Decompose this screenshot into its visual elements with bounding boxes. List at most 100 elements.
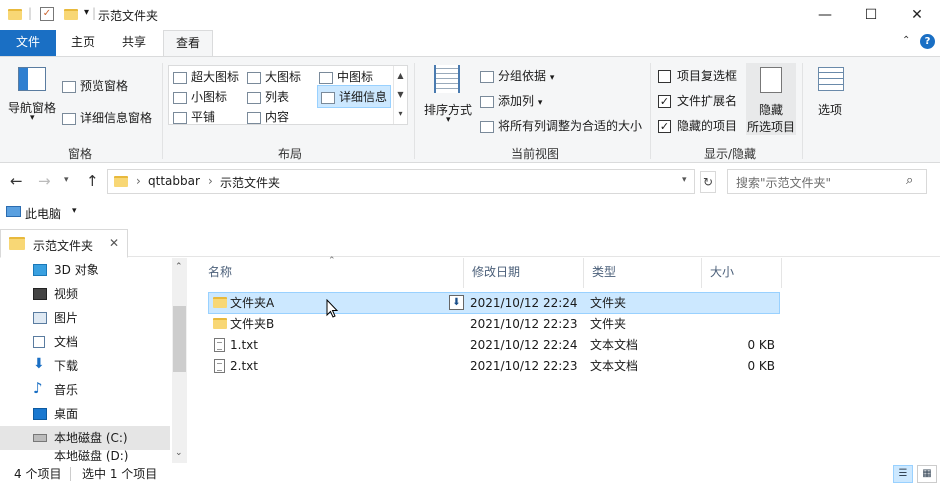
layout-gallery: 超大图标 大图标 中图标 小图标 列表 详细信息 平铺 内容 ▲ ▼ ▾	[168, 65, 408, 125]
file-row[interactable]: 2.txt 2021/10/12 22:23 文本文档 0 KB	[209, 356, 781, 378]
cube-icon	[33, 264, 47, 276]
chevron-down-icon[interactable]: ▾	[72, 206, 77, 216]
extra-large-icons-icon	[173, 71, 187, 84]
group-label-panes: 窗格	[67, 147, 92, 161]
properties-icon[interactable]: ✓	[40, 7, 54, 21]
recent-locations-icon[interactable]: ▾	[64, 175, 69, 185]
toolbar-separator: |	[92, 6, 97, 20]
nav-item-3d-objects[interactable]: 3D 对象	[0, 258, 170, 282]
group-by-button[interactable]: 分组依据 ▾	[480, 67, 554, 84]
layout-scroll[interactable]: ▲ ▼ ▾	[393, 66, 407, 124]
chevron-down-icon: ▾	[30, 113, 35, 123]
nav-item-label: 本地磁盘 (C:)	[54, 431, 128, 445]
add-columns-button[interactable]: 添加列 ▾	[480, 92, 542, 109]
details-pane-label: 详细信息窗格	[80, 111, 153, 125]
file-name: 文件夹A	[230, 296, 275, 310]
layout-extra-large-icons[interactable]: 超大图标	[173, 68, 239, 85]
file-name: 2.txt	[230, 359, 258, 373]
layout-details[interactable]: 详细信息	[317, 85, 392, 108]
address-bar[interactable]: › qttabbar › 示范文件夹 ▾	[107, 169, 695, 194]
maximize-button[interactable]: ☐	[848, 0, 894, 30]
help-icon[interactable]: ?	[920, 34, 935, 49]
preview-pane-button[interactable]: 预览窗格	[62, 77, 128, 94]
sort-by-button[interactable]: 排序方式 ▾	[422, 63, 474, 127]
layout-label: 平铺	[191, 110, 216, 124]
nav-item-label: 文档	[54, 335, 79, 349]
details-view-icon[interactable]: ☰	[893, 465, 913, 483]
scroll-down-icon[interactable]: ⌄	[175, 448, 183, 458]
layout-medium-icons[interactable]: 中图标	[319, 68, 373, 85]
qt-subfolder-menu-icon[interactable]: ⬇	[449, 295, 464, 310]
drive-icon	[33, 434, 47, 442]
layout-large-icons[interactable]: 大图标	[247, 68, 301, 85]
column-name[interactable]: 名称	[200, 258, 464, 288]
nav-item-desktop[interactable]: 桌面	[0, 402, 170, 426]
options-button[interactable]: 选项	[810, 63, 850, 127]
qt-tab[interactable]: 示范文件夹 ✕	[0, 229, 128, 258]
tab-view[interactable]: 查看	[163, 30, 213, 57]
nav-item-drive-d[interactable]: 本地磁盘 (D:)	[0, 450, 170, 463]
fit-columns-button[interactable]: 将所有列调整为合适的大小	[480, 117, 642, 134]
navigation-pane-button[interactable]: 导航窗格 ▾	[8, 63, 56, 127]
nav-item-videos[interactable]: 视频	[0, 282, 170, 306]
layout-label: 列表	[265, 90, 290, 104]
nav-item-label: 视频	[54, 287, 79, 301]
file-extensions-toggle[interactable]: ✓ 文件扩展名	[658, 92, 737, 109]
file-row[interactable]: 1.txt 2021/10/12 22:24 文本文档 0 KB	[209, 335, 781, 357]
item-checkboxes-toggle[interactable]: 项目复选框	[658, 67, 737, 84]
file-row[interactable]: 文件夹B 2021/10/12 22:23 文件夹	[209, 314, 781, 336]
breadcrumb-qttabbar[interactable]: qttabbar	[148, 174, 200, 188]
layout-list[interactable]: 列表	[247, 88, 289, 105]
group-by-icon	[480, 70, 494, 83]
nav-item-music[interactable]: ♪ 音乐	[0, 378, 170, 402]
scroll-up-icon[interactable]: ⌃	[175, 262, 183, 272]
this-pc-row[interactable]: 此电脑 ▾	[0, 202, 300, 224]
nav-scrollbar[interactable]: ⌃ ⌄	[172, 258, 187, 463]
navigation-pane-icon	[18, 67, 46, 91]
details-pane-icon	[62, 112, 76, 125]
nav-item-documents[interactable]: 文档	[0, 330, 170, 354]
add-columns-icon	[480, 95, 494, 108]
back-arrow-icon[interactable]: ←	[10, 172, 23, 190]
layout-label: 内容	[265, 110, 290, 124]
large-icons-view-icon[interactable]: ▦	[917, 465, 937, 483]
minimize-button[interactable]: —	[802, 0, 848, 30]
up-arrow-icon[interactable]: ↑	[86, 172, 99, 190]
close-tab-icon[interactable]: ✕	[109, 236, 119, 250]
new-folder-icon[interactable]	[64, 9, 78, 20]
hide-selected-label-1: 隐藏	[759, 103, 784, 117]
search-icon[interactable]: ⌕	[906, 173, 913, 188]
search-input[interactable]: 搜索"示范文件夹"	[736, 174, 831, 191]
column-type[interactable]: 类型	[584, 258, 702, 288]
layout-content[interactable]: 内容	[247, 108, 289, 125]
file-row[interactable]: 文件夹A ⬇ 2021/10/12 22:24 文件夹	[208, 292, 780, 314]
nav-item-pictures[interactable]: 图片	[0, 306, 170, 330]
tab-home[interactable]: 主页	[60, 30, 106, 56]
file-type: 文件夹	[590, 296, 627, 310]
scroll-thumb[interactable]	[173, 306, 186, 372]
breadcrumb-current[interactable]: 示范文件夹	[220, 174, 280, 191]
details-icon	[321, 91, 335, 104]
refresh-icon[interactable]: ↻	[700, 171, 716, 193]
nav-item-drive-c[interactable]: 本地磁盘 (C:)	[0, 426, 170, 450]
close-button[interactable]: ✕	[894, 0, 940, 30]
forward-arrow-icon[interactable]: →	[38, 172, 51, 190]
column-modified[interactable]: 修改日期	[464, 258, 584, 288]
details-pane-button[interactable]: 详细信息窗格	[62, 109, 152, 126]
group-label-current-view: 当前视图	[510, 147, 559, 161]
tab-share[interactable]: 共享	[110, 30, 158, 56]
search-box[interactable]: 搜索"示范文件夹" ⌕	[727, 169, 927, 194]
document-icon	[33, 336, 45, 348]
hidden-items-toggle[interactable]: ✓ 隐藏的项目	[658, 117, 737, 134]
layout-tiles[interactable]: 平铺	[173, 108, 215, 125]
address-history-icon[interactable]: ▾	[682, 175, 687, 185]
layout-small-icons[interactable]: 小图标	[173, 88, 227, 105]
collapse-ribbon-icon[interactable]: ⌃	[902, 35, 910, 46]
hide-selected-icon	[760, 67, 782, 93]
tab-file[interactable]: 文件	[0, 30, 56, 56]
customize-qat-icon[interactable]: ▾	[84, 7, 89, 18]
nav-item-downloads[interactable]: ⬇ 下载	[0, 354, 170, 378]
hide-selected-button[interactable]: 隐藏 所选项目	[746, 63, 796, 135]
column-size[interactable]: 大小	[702, 258, 782, 288]
fit-columns-icon	[480, 120, 494, 133]
